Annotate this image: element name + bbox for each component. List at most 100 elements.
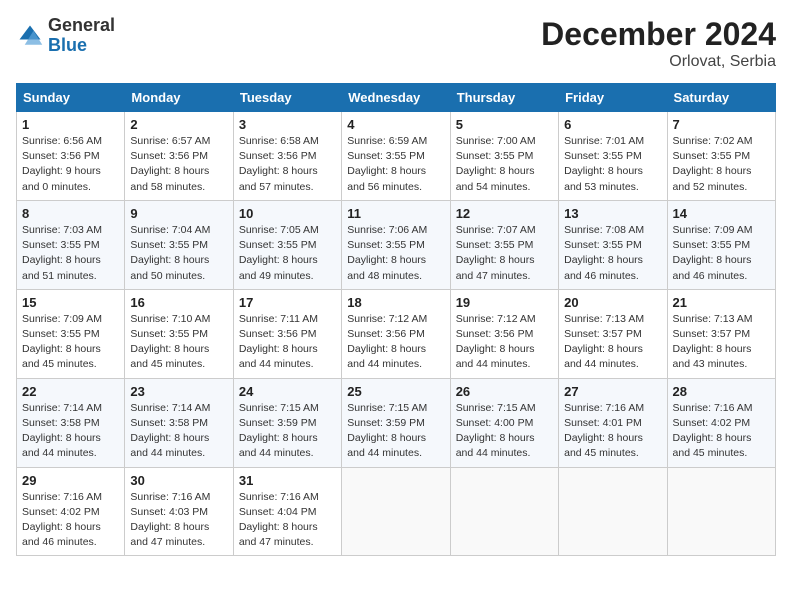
day-number: 8 [22,206,119,221]
day-number: 14 [673,206,770,221]
calendar-cell: 26 Sunrise: 7:15 AMSunset: 4:00 PMDayligh… [450,378,558,467]
logo-general: General [48,16,115,36]
day-info: Sunrise: 7:12 AMSunset: 3:56 PMDaylight:… [456,312,553,373]
day-info: Sunrise: 7:02 AMSunset: 3:55 PMDaylight:… [673,134,770,195]
calendar-cell: 21 Sunrise: 7:13 AMSunset: 3:57 PMDayligh… [667,289,775,378]
dow-header-friday: Friday [559,84,667,112]
calendar-cell: 9 Sunrise: 7:04 AMSunset: 3:55 PMDaylight… [125,200,233,289]
page-header: General Blue December 2024 Orlovat, Serb… [16,16,776,71]
day-info: Sunrise: 7:16 AMSunset: 4:01 PMDaylight:… [564,401,661,462]
calendar-cell [667,467,775,556]
calendar-cell: 25 Sunrise: 7:15 AMSunset: 3:59 PMDayligh… [342,378,450,467]
day-info: Sunrise: 7:15 AMSunset: 3:59 PMDaylight:… [239,401,336,462]
day-info: Sunrise: 7:09 AMSunset: 3:55 PMDaylight:… [673,223,770,284]
day-info: Sunrise: 7:00 AMSunset: 3:55 PMDaylight:… [456,134,553,195]
calendar-cell [450,467,558,556]
day-info: Sunrise: 7:13 AMSunset: 3:57 PMDaylight:… [673,312,770,373]
calendar-cell: 24Sunrise: 7:15 AMSunset: 3:59 PMDayligh… [233,378,341,467]
calendar-cell: 14 Sunrise: 7:09 AMSunset: 3:55 PMDayligh… [667,200,775,289]
day-info: Sunrise: 7:09 AMSunset: 3:55 PMDaylight:… [22,312,119,373]
calendar-cell: 7 Sunrise: 7:02 AMSunset: 3:55 PMDaylight… [667,112,775,201]
page-subtitle: Orlovat, Serbia [541,53,776,71]
day-number: 23 [130,384,227,399]
day-info: Sunrise: 6:56 AMSunset: 3:56 PMDaylight:… [22,134,119,195]
dow-header-monday: Monday [125,84,233,112]
day-number: 30 [130,473,227,488]
calendar-cell: 2 Sunrise: 6:57 AMSunset: 3:56 PMDaylight… [125,112,233,201]
day-number: 11 [347,206,444,221]
day-number: 31 [239,473,336,488]
calendar-cell: 4 Sunrise: 6:59 AMSunset: 3:55 PMDaylight… [342,112,450,201]
day-number: 15 [22,295,119,310]
calendar-cell: 30 Sunrise: 7:16 AMSunset: 4:03 PMDayligh… [125,467,233,556]
dow-header-wednesday: Wednesday [342,84,450,112]
calendar-cell: 15 Sunrise: 7:09 AMSunset: 3:55 PMDayligh… [17,289,125,378]
day-info: Sunrise: 7:03 AMSunset: 3:55 PMDaylight:… [22,223,119,284]
day-number: 4 [347,117,444,132]
day-number: 1 [22,117,119,132]
day-info: Sunrise: 7:14 AMSunset: 3:58 PMDaylight:… [130,401,227,462]
calendar-cell [559,467,667,556]
day-info: Sunrise: 7:14 AMSunset: 3:58 PMDaylight:… [22,401,119,462]
calendar-table: SundayMondayTuesdayWednesdayThursdayFrid… [16,83,776,556]
day-number: 25 [347,384,444,399]
day-info: Sunrise: 6:58 AMSunset: 3:56 PMDaylight:… [239,134,336,195]
calendar-cell: 28 Sunrise: 7:16 AMSunset: 4:02 PMDayligh… [667,378,775,467]
day-info: Sunrise: 7:06 AMSunset: 3:55 PMDaylight:… [347,223,444,284]
logo-blue: Blue [48,36,115,56]
day-info: Sunrise: 7:07 AMSunset: 3:55 PMDaylight:… [456,223,553,284]
day-number: 27 [564,384,661,399]
calendar-cell: 29 Sunrise: 7:16 AMSunset: 4:02 PMDayligh… [17,467,125,556]
day-number: 20 [564,295,661,310]
day-info: Sunrise: 7:15 AMSunset: 4:00 PMDaylight:… [456,401,553,462]
dow-header-saturday: Saturday [667,84,775,112]
dow-header-tuesday: Tuesday [233,84,341,112]
day-number: 6 [564,117,661,132]
calendar-cell: 5 Sunrise: 7:00 AMSunset: 3:55 PMDaylight… [450,112,558,201]
day-number: 12 [456,206,553,221]
day-info: Sunrise: 7:05 AMSunset: 3:55 PMDaylight:… [239,223,336,284]
day-number: 7 [673,117,770,132]
day-info: Sunrise: 6:59 AMSunset: 3:55 PMDaylight:… [347,134,444,195]
calendar-cell: 31Sunrise: 7:16 AMSunset: 4:04 PMDayligh… [233,467,341,556]
calendar-cell: 22 Sunrise: 7:14 AMSunset: 3:58 PMDayligh… [17,378,125,467]
day-number: 22 [22,384,119,399]
day-number: 17 [239,295,336,310]
day-info: Sunrise: 7:11 AMSunset: 3:56 PMDaylight:… [239,312,336,373]
calendar-cell: 27 Sunrise: 7:16 AMSunset: 4:01 PMDayligh… [559,378,667,467]
calendar-cell: 19Sunrise: 7:12 AMSunset: 3:56 PMDayligh… [450,289,558,378]
day-info: Sunrise: 7:16 AMSunset: 4:02 PMDaylight:… [22,490,119,551]
day-number: 9 [130,206,227,221]
calendar-cell: 10 Sunrise: 7:05 AMSunset: 3:55 PMDayligh… [233,200,341,289]
day-number: 3 [239,117,336,132]
day-info: Sunrise: 7:08 AMSunset: 3:55 PMDaylight:… [564,223,661,284]
day-number: 18 [347,295,444,310]
calendar-cell: 20 Sunrise: 7:13 AMSunset: 3:57 PMDayligh… [559,289,667,378]
dow-header-thursday: Thursday [450,84,558,112]
day-number: 28 [673,384,770,399]
day-info: Sunrise: 7:13 AMSunset: 3:57 PMDaylight:… [564,312,661,373]
page-title: December 2024 [541,16,776,53]
calendar-cell: 8 Sunrise: 7:03 AMSunset: 3:55 PMDaylight… [17,200,125,289]
day-number: 26 [456,384,553,399]
day-info: Sunrise: 7:15 AMSunset: 3:59 PMDaylight:… [347,401,444,462]
day-number: 29 [22,473,119,488]
day-info: Sunrise: 7:01 AMSunset: 3:55 PMDaylight:… [564,134,661,195]
calendar-cell: 16Sunrise: 7:10 AMSunset: 3:55 PMDayligh… [125,289,233,378]
day-info: Sunrise: 7:04 AMSunset: 3:55 PMDaylight:… [130,223,227,284]
calendar-cell: 6 Sunrise: 7:01 AMSunset: 3:55 PMDaylight… [559,112,667,201]
logo-icon [16,22,44,50]
day-number: 21 [673,295,770,310]
calendar-cell: 1 Sunrise: 6:56 AMSunset: 3:56 PMDaylight… [17,112,125,201]
calendar-cell: 11 Sunrise: 7:06 AMSunset: 3:55 PMDayligh… [342,200,450,289]
day-info: Sunrise: 6:57 AMSunset: 3:56 PMDaylight:… [130,134,227,195]
day-info: Sunrise: 7:16 AMSunset: 4:02 PMDaylight:… [673,401,770,462]
calendar-cell: 3 Sunrise: 6:58 AMSunset: 3:56 PMDaylight… [233,112,341,201]
calendar-cell: 17 Sunrise: 7:11 AMSunset: 3:56 PMDayligh… [233,289,341,378]
day-number: 2 [130,117,227,132]
day-number: 5 [456,117,553,132]
day-info: Sunrise: 7:16 AMSunset: 4:03 PMDaylight:… [130,490,227,551]
day-number: 10 [239,206,336,221]
logo: General Blue [16,16,115,56]
day-number: 13 [564,206,661,221]
